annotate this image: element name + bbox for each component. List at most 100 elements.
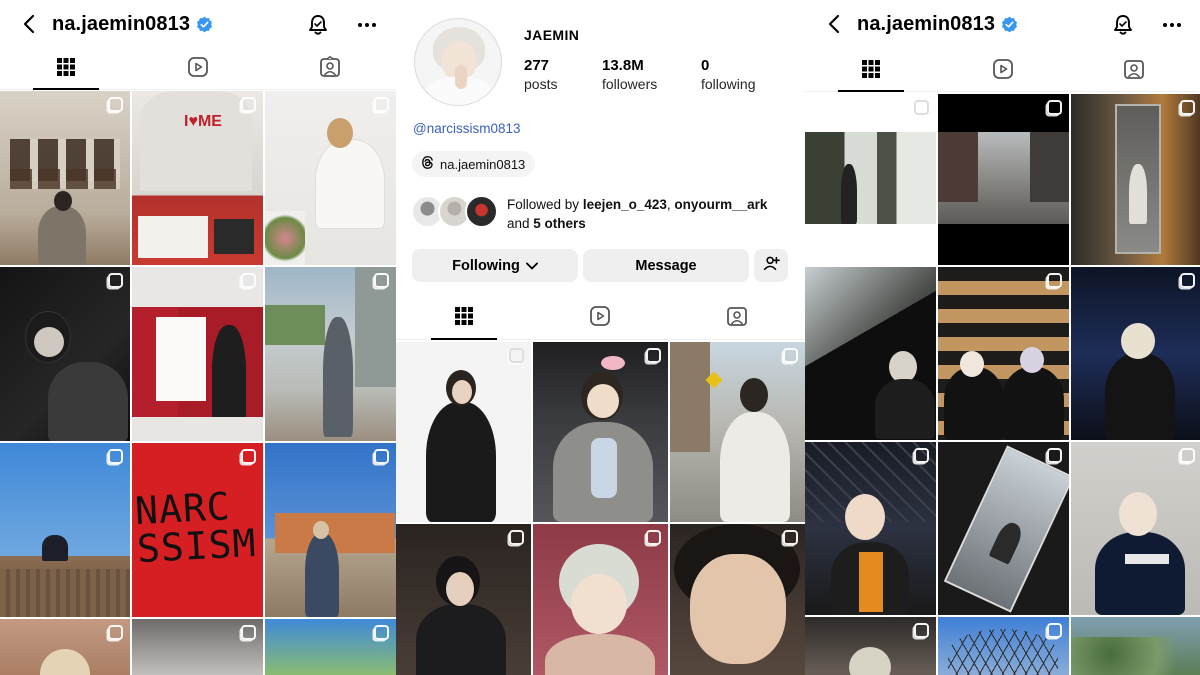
tagged-icon xyxy=(1123,58,1145,85)
post-thumbnail[interactable] xyxy=(265,91,396,265)
stat-posts[interactable]: 277 posts xyxy=(524,57,557,92)
multi-post-icon xyxy=(1047,448,1062,463)
message-button-label: Message xyxy=(635,257,697,274)
multi-post-icon xyxy=(108,97,123,112)
post-thumbnail[interactable] xyxy=(1071,442,1200,615)
tab-reels[interactable] xyxy=(937,52,1069,91)
profile-tabs xyxy=(396,298,805,340)
more-options-icon[interactable] xyxy=(1161,14,1183,36)
post-thumbnail[interactable] xyxy=(0,267,130,441)
add-person-icon xyxy=(762,254,780,277)
notification-bell-icon[interactable] xyxy=(1110,12,1136,38)
post-thumbnail[interactable] xyxy=(396,524,531,675)
post-thumbnail[interactable] xyxy=(670,524,805,675)
post-thumbnail[interactable] xyxy=(938,617,1069,675)
multi-post-icon xyxy=(646,530,661,545)
username-text: na.jaemin0813 xyxy=(52,13,191,35)
avatar[interactable] xyxy=(414,18,502,106)
post-thumbnail[interactable] xyxy=(1071,617,1200,675)
more-options-icon[interactable] xyxy=(356,14,378,36)
bio-link[interactable]: @narcissism0813 xyxy=(413,121,521,136)
post-thumbnail[interactable]: I♥ME xyxy=(132,91,263,265)
multi-post-icon xyxy=(509,530,524,545)
multi-post-icon xyxy=(646,348,661,363)
back-icon[interactable] xyxy=(18,12,40,36)
tab-tagged[interactable] xyxy=(264,50,396,89)
multi-post-icon xyxy=(1047,273,1062,288)
stat-posts-value: 277 xyxy=(524,57,550,74)
post-thumbnail[interactable] xyxy=(0,443,130,617)
post-thumbnail[interactable] xyxy=(533,342,668,522)
threads-badge[interactable]: na.jaemin0813 xyxy=(412,151,536,177)
post-thumbnail[interactable] xyxy=(396,342,531,522)
multi-post-icon xyxy=(1180,448,1195,463)
multi-post-icon xyxy=(241,625,256,640)
stat-followers[interactable]: 13.8M followers xyxy=(602,57,657,92)
post-thumbnail[interactable]: ΝΑRC SSISM xyxy=(132,443,263,617)
tab-posts-grid[interactable] xyxy=(0,50,132,90)
mutual-followers-avatars[interactable] xyxy=(411,195,501,229)
multi-post-icon xyxy=(783,348,798,363)
tab-reels[interactable] xyxy=(132,50,264,89)
message-button[interactable]: Message xyxy=(583,249,749,282)
stat-following[interactable]: 0 following xyxy=(701,57,755,92)
verified-badge-icon xyxy=(1001,16,1018,33)
profile-tabs xyxy=(0,50,396,90)
multi-post-icon xyxy=(241,97,256,112)
post-thumbnail[interactable] xyxy=(805,617,936,675)
notification-bell-icon[interactable] xyxy=(305,12,331,38)
tab-posts-grid[interactable] xyxy=(396,298,532,340)
tab-reels[interactable] xyxy=(532,298,668,339)
post-thumbnail[interactable] xyxy=(938,267,1069,440)
post-thumbnail[interactable] xyxy=(533,524,668,675)
posts-grid: I♥ME ΝΑRC SSISM xyxy=(0,91,396,675)
add-person-button[interactable] xyxy=(754,249,788,282)
post-thumbnail[interactable] xyxy=(805,94,936,265)
following-button-label: Following xyxy=(452,257,520,274)
post-thumbnail[interactable] xyxy=(1071,94,1200,265)
multi-post-icon xyxy=(1180,100,1195,115)
post-thumbnail[interactable] xyxy=(265,267,396,441)
grid-icon xyxy=(56,57,76,82)
username-header: na.jaemin0813 xyxy=(52,13,213,36)
stat-following-label: following xyxy=(701,76,756,92)
post-thumbnail[interactable] xyxy=(132,267,263,441)
post-thumbnail[interactable] xyxy=(938,94,1069,265)
followed-by-text[interactable]: Followed by leejen_o_423, onyourm__ark a… xyxy=(507,195,797,233)
mutual-user-2: onyourm__ark xyxy=(674,197,768,212)
post-thumbnail[interactable] xyxy=(265,619,396,675)
multi-post-icon xyxy=(914,448,929,463)
post-thumbnail[interactable] xyxy=(0,619,130,675)
stat-following-value: 0 xyxy=(701,57,710,74)
post-thumbnail[interactable] xyxy=(1071,267,1200,440)
display-name: JAEMIN xyxy=(524,27,580,43)
back-icon[interactable] xyxy=(823,12,845,36)
profile-view-left: na.jaemin0813 I♥ME ΝΑRC SSISM xyxy=(0,0,396,675)
tab-posts-grid[interactable] xyxy=(805,52,937,92)
stat-followers-label: followers xyxy=(602,76,658,92)
top-bar: na.jaemin0813 xyxy=(0,0,396,50)
post-thumbnail[interactable] xyxy=(0,91,130,265)
post-thumbnail[interactable] xyxy=(805,442,936,615)
chevron-down-icon xyxy=(525,258,538,274)
tab-tagged[interactable] xyxy=(1068,52,1200,91)
post-thumbnail[interactable] xyxy=(265,443,396,617)
multi-post-icon xyxy=(241,273,256,288)
post-thumbnail[interactable] xyxy=(805,267,936,440)
following-button[interactable]: Following xyxy=(412,249,578,282)
profile-view-right: na.jaemin0813 xyxy=(805,0,1200,675)
profile-view-middle: JAEMIN 277 posts 13.8M followers 0 follo… xyxy=(396,0,805,675)
multi-post-icon xyxy=(1180,273,1195,288)
post-thumbnail[interactable] xyxy=(132,619,263,675)
post-thumbnail[interactable] xyxy=(938,442,1069,615)
tab-tagged[interactable] xyxy=(669,298,805,339)
profile-tabs xyxy=(805,52,1200,92)
multi-post-icon xyxy=(108,273,123,288)
top-bar: na.jaemin0813 xyxy=(805,0,1200,50)
reels-icon xyxy=(992,58,1014,85)
post-thumbnail[interactable] xyxy=(670,342,805,522)
grid-icon xyxy=(454,306,474,331)
multi-post-icon xyxy=(374,625,389,640)
multi-post-icon xyxy=(374,449,389,464)
followed-by-and: and xyxy=(507,216,530,231)
